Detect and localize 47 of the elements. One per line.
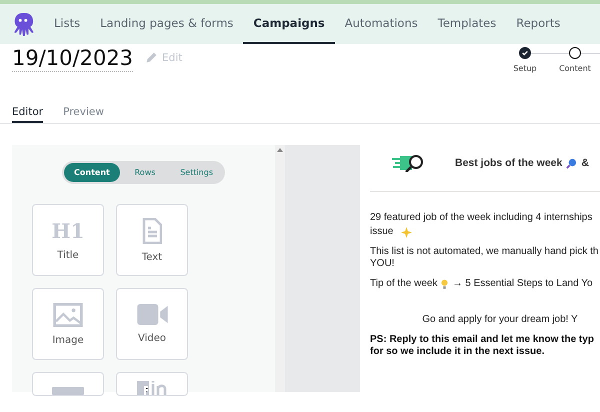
block-tile[interactable] (116, 372, 188, 396)
nav-tab[interactable]: Templates (428, 4, 506, 44)
video-camera-icon (136, 304, 168, 325)
email-paragraph: Go and apply for your dream job! Y (422, 314, 578, 326)
email-paragraph: This list is not automated, we manually hand pick th YOU! (370, 246, 598, 270)
email-paragraph: 29 featured job of the week including 4 internships (370, 212, 592, 224)
editor-tab[interactable]: Preview (63, 106, 104, 123)
email-paragraph: PS: Reply to this email and let me know the typ for so we include it in the next issue. (370, 334, 594, 358)
magnifier-logo-icon (392, 154, 426, 172)
block-tile[interactable]: Image (32, 288, 104, 360)
button-block-icon (52, 387, 84, 395)
step-label: Content (559, 64, 591, 73)
nav-tab[interactable]: Campaigns (243, 4, 335, 44)
campaign-title: 19/10/2023 (12, 45, 134, 72)
segment-tab[interactable]: Settings (170, 163, 223, 182)
image-icon (53, 302, 83, 326)
tile-label: Text (142, 252, 162, 262)
email-text: Tip of the week (370, 278, 438, 290)
social-icon (137, 381, 167, 395)
heading-glyph: H1 (52, 220, 84, 242)
email-paragraph: issue (370, 226, 394, 238)
email-heading-text: & (581, 157, 589, 169)
nav-tab[interactable]: Landing pages & forms (90, 4, 244, 44)
nav-tab[interactable]: Automations (334, 4, 428, 44)
octopus-logo-icon[interactable] (12, 12, 34, 36)
segment-tab[interactable]: Content (64, 163, 120, 182)
segment-tab[interactable]: Rows (124, 163, 166, 182)
email-heading: Best jobs of the week (455, 157, 562, 169)
block-tile[interactable]: Text (116, 204, 188, 276)
sparkle-icon (401, 226, 412, 238)
tile-label: Title (57, 250, 79, 260)
block-tile[interactable] (32, 372, 104, 396)
email-text: → 5 Essential Steps to Land Yo (452, 278, 593, 290)
lightbulb-icon (441, 278, 448, 290)
scrollbar[interactable] (275, 145, 285, 392)
scroll-up-icon[interactable] (277, 148, 283, 152)
step-label: Setup (513, 64, 537, 73)
tile-label: Image (52, 334, 84, 346)
nav-tab[interactable]: Reports (506, 4, 570, 44)
magnifier-icon (566, 158, 578, 168)
block-tile[interactable]: H1 Title (32, 204, 104, 276)
nav-tab[interactable]: Lists (44, 4, 90, 44)
block-tile[interactable]: Video (116, 288, 188, 360)
document-icon (142, 218, 162, 244)
pencil-icon (145, 51, 158, 64)
editor-tab[interactable]: Editor (12, 106, 44, 123)
tile-label: Video (138, 333, 166, 344)
